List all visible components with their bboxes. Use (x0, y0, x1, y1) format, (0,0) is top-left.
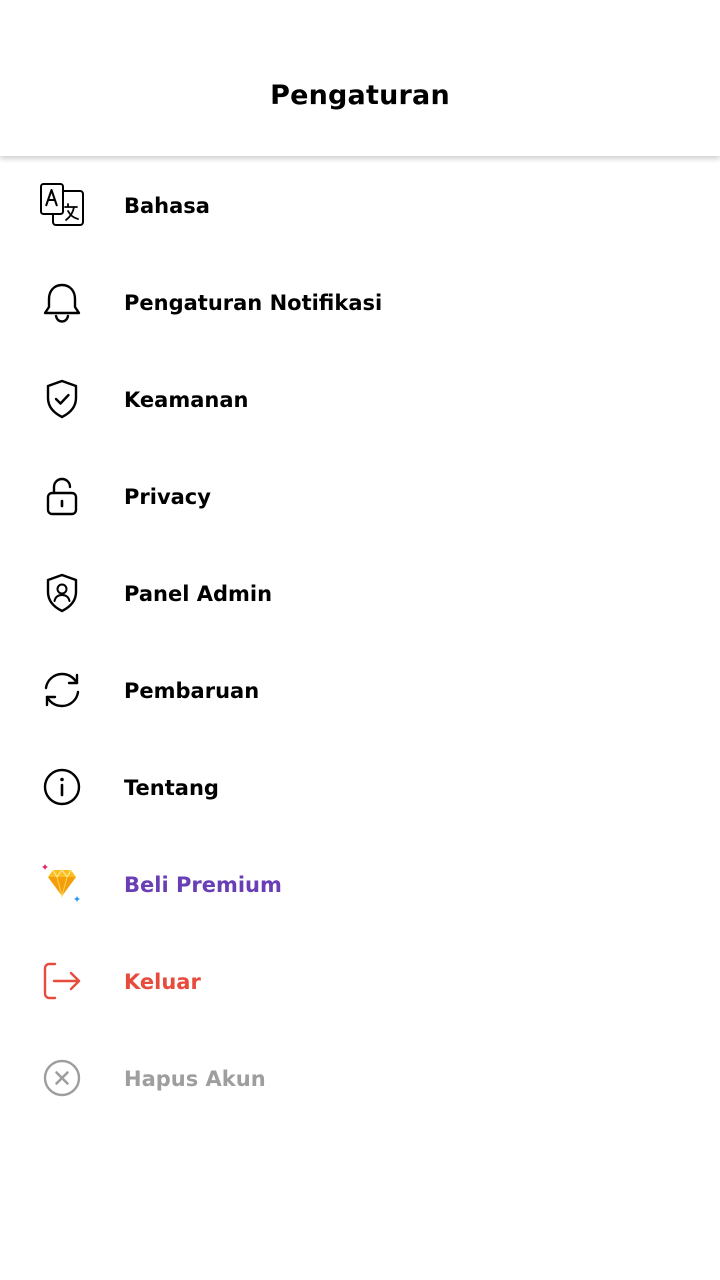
menu-item-about[interactable]: Tentang (0, 740, 720, 837)
bell-icon (39, 279, 85, 325)
shield-check-icon (39, 376, 85, 422)
settings-menu: Bahasa Pengaturan Notifikasi Keamanan Pr… (0, 158, 720, 1128)
menu-item-label: Privacy (124, 485, 211, 509)
menu-item-label: Bahasa (124, 194, 210, 218)
translate-icon (39, 182, 85, 228)
menu-item-label: Keluar (124, 970, 201, 994)
menu-item-language[interactable]: Bahasa (0, 158, 720, 255)
menu-item-notification-settings[interactable]: Pengaturan Notifikasi (0, 255, 720, 352)
close-circle-icon (39, 1055, 85, 1101)
menu-item-logout[interactable]: Keluar (0, 934, 720, 1031)
app-header: Pengaturan (0, 0, 720, 156)
logout-icon (39, 958, 85, 1004)
menu-item-label: Pengaturan Notifikasi (124, 291, 383, 315)
menu-item-update[interactable]: Pembaruan (0, 643, 720, 740)
menu-item-label: Panel Admin (124, 582, 273, 606)
shield-user-icon (39, 570, 85, 616)
menu-item-label: Tentang (124, 776, 219, 800)
menu-item-delete-account[interactable]: Hapus Akun (0, 1031, 720, 1128)
menu-item-label: Keamanan (124, 388, 249, 412)
menu-item-security[interactable]: Keamanan (0, 352, 720, 449)
unlock-icon (39, 473, 85, 519)
menu-item-label: Beli Premium (124, 873, 282, 897)
menu-item-admin-panel[interactable]: Panel Admin (0, 546, 720, 643)
page-title: Pengaturan (270, 80, 450, 111)
menu-item-label: Pembaruan (124, 679, 260, 703)
refresh-icon (39, 667, 85, 713)
info-icon (39, 764, 85, 810)
menu-item-privacy[interactable]: Privacy (0, 449, 720, 546)
menu-item-buy-premium[interactable]: Beli Premium (0, 837, 720, 934)
menu-item-label: Hapus Akun (124, 1067, 266, 1091)
diamond-icon (39, 861, 85, 907)
